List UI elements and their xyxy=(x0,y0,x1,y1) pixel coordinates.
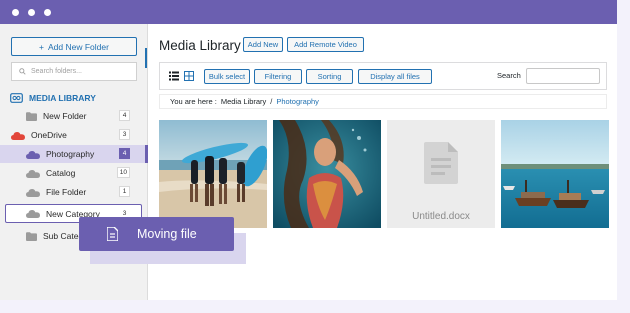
document-icon xyxy=(424,142,458,184)
sidebar-item-onedrive[interactable]: OneDrive 3 xyxy=(11,126,130,144)
surfers-photo xyxy=(159,120,267,228)
add-remote-video-button[interactable]: Add Remote Video xyxy=(287,37,364,52)
bulk-select-button[interactable]: Bulk select xyxy=(204,69,250,84)
media-search-input[interactable] xyxy=(526,68,600,84)
sorting-button[interactable]: Sorting xyxy=(306,69,353,84)
cloud-icon xyxy=(26,150,40,159)
search-folders-placeholder: Search folders... xyxy=(31,68,82,75)
document-icon xyxy=(107,227,118,241)
onedrive-cloud-icon xyxy=(11,131,25,140)
add-new-folder-button[interactable]: + Add New Folder xyxy=(11,37,137,56)
item-count-badge: 4 xyxy=(119,148,130,159)
selected-indicator xyxy=(145,145,148,163)
search-label: Search xyxy=(497,71,521,80)
add-new-folder-label: Add New Folder xyxy=(48,41,109,52)
sidebar-item-label: Catalog xyxy=(46,168,76,178)
window-dot-icon[interactable] xyxy=(12,9,19,16)
search-icon xyxy=(19,68,26,75)
media-library-icon xyxy=(10,93,23,103)
underwater-photo xyxy=(273,120,381,228)
grid-view-icon[interactable] xyxy=(184,71,194,81)
item-count-badge: 10 xyxy=(116,167,130,178)
media-thumbnail-document[interactable]: Untitled.docx xyxy=(387,120,495,228)
breadcrumb-current[interactable]: Photography xyxy=(276,97,319,106)
app-window: + Add New Folder Search folders... MEDIA… xyxy=(0,0,617,300)
media-thumbnail[interactable] xyxy=(501,120,609,228)
media-thumbnail[interactable] xyxy=(273,120,381,228)
cloud-icon xyxy=(26,210,40,218)
sidebar-item-catalog[interactable]: Catalog 10 xyxy=(26,164,130,182)
add-new-button[interactable]: Add New xyxy=(243,37,283,52)
media-library-root[interactable]: MEDIA LIBRARY xyxy=(10,91,96,105)
window-titlebar xyxy=(0,0,617,24)
filtering-button[interactable]: Filtering xyxy=(254,69,302,84)
sidebar-item-new-folder[interactable]: New Folder 4 xyxy=(26,107,130,125)
media-toolbar: Bulk select Filtering Sorting Display al… xyxy=(159,62,607,90)
item-count-badge: 3 xyxy=(119,129,130,140)
media-thumbnail[interactable] xyxy=(159,120,267,228)
cloud-icon xyxy=(26,169,40,178)
moving-file-label: Moving file xyxy=(137,227,197,241)
folder-icon xyxy=(26,111,37,121)
boats-photo xyxy=(501,120,609,228)
sidebar-item-label: New Folder xyxy=(43,111,87,121)
background-panel xyxy=(0,300,630,313)
sidebar-item-file-folder[interactable]: File Folder 1 xyxy=(26,183,130,201)
list-view-icon[interactable] xyxy=(169,71,179,81)
sidebar-item-label: File Folder xyxy=(46,187,87,197)
file-name: Untitled.docx xyxy=(412,211,470,222)
search-folders-input[interactable]: Search folders... xyxy=(11,62,137,81)
display-all-files-button[interactable]: Display all files xyxy=(358,69,432,84)
media-library-label: MEDIA LIBRARY xyxy=(29,93,96,103)
sidebar-item-label: Sub Categ xyxy=(43,231,84,241)
breadcrumb-prefix: You are here : xyxy=(170,97,217,106)
item-count-badge: 4 xyxy=(119,110,130,121)
plus-icon: + xyxy=(39,41,44,52)
sidebar-item-photography[interactable]: Photography 4 xyxy=(0,145,148,163)
sidebar-item-label: OneDrive xyxy=(31,130,67,140)
breadcrumb-root[interactable]: Media Library xyxy=(221,97,266,106)
cloud-icon xyxy=(26,188,40,197)
item-count-badge: 1 xyxy=(119,186,130,197)
folder-icon xyxy=(26,231,37,241)
window-dot-icon[interactable] xyxy=(44,9,51,16)
sidebar-item-label: Photography xyxy=(46,149,95,159)
breadcrumb-separator: / xyxy=(270,97,273,106)
background-panel xyxy=(617,0,630,300)
breadcrumb: You are here : Media Library / Photograp… xyxy=(159,94,607,109)
moving-file-drag-ghost[interactable]: Moving file xyxy=(79,217,234,251)
window-dot-icon[interactable] xyxy=(28,9,35,16)
page-title: Media Library xyxy=(159,38,241,53)
